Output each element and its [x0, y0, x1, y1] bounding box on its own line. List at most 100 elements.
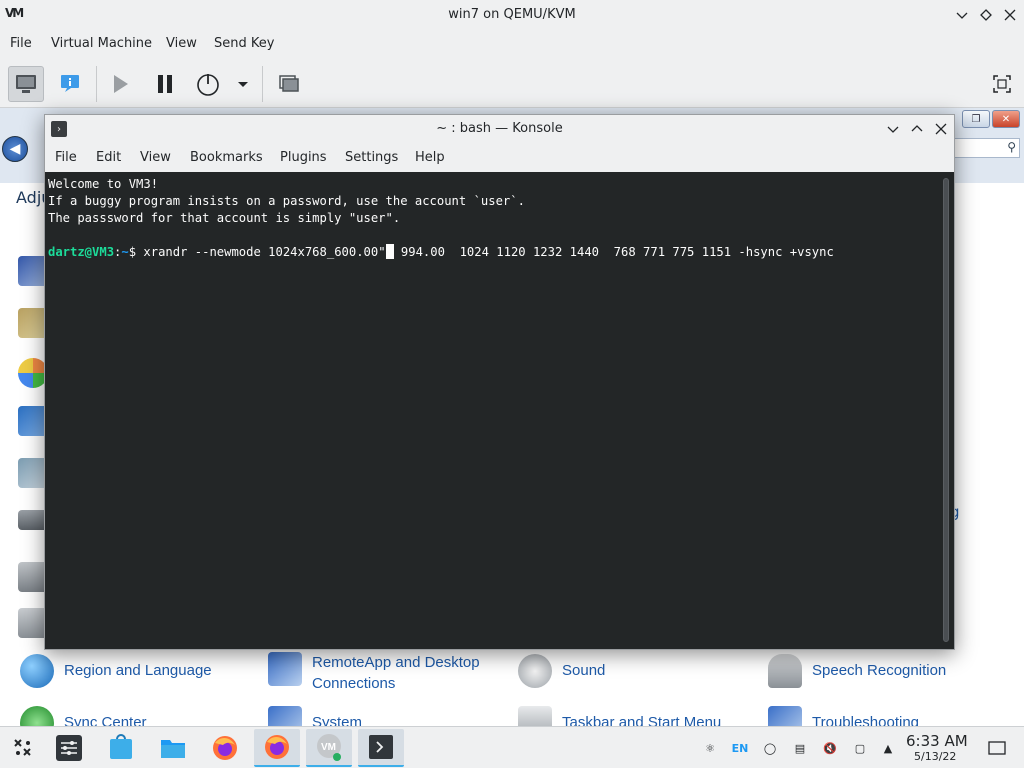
shutdown-menu-button[interactable]	[228, 66, 258, 102]
terminal-command-line[interactable]: dartz@VM3:~$ xrandr --newmode 1024x768_6…	[48, 244, 951, 261]
speaker-icon	[518, 654, 552, 688]
task-dolphin[interactable]	[150, 729, 196, 767]
titlebar: VM win7 on QEMU/KVM	[0, 0, 1024, 30]
sync-center-item[interactable]: Sync Center	[20, 706, 147, 726]
settings-icon	[56, 735, 82, 761]
prompt-path: ~	[121, 245, 129, 259]
terminal-line: Welcome to VM3!	[48, 177, 159, 191]
minimize-icon[interactable]	[883, 119, 903, 139]
display-config-icon[interactable]: ▢	[849, 737, 871, 759]
details-button[interactable]	[52, 66, 88, 102]
task-discover[interactable]	[98, 729, 144, 767]
keyboard-layout-indicator[interactable]: EN	[729, 737, 751, 759]
menu-view[interactable]: View	[166, 36, 197, 51]
konsole-titlebar: › ~ : bash — Konsole	[45, 115, 954, 143]
volume-muted-icon[interactable]: 🔇	[819, 737, 841, 759]
terminal-output[interactable]: Welcome to VM3! If a buggy program insist…	[45, 172, 954, 649]
konsole-window[interactable]: › ~ : bash — Konsole File Edit View Book…	[44, 114, 955, 650]
win7-close-icon[interactable]: ✕	[992, 110, 1020, 128]
system-item[interactable]: System	[268, 706, 362, 726]
clock-date[interactable]: 5/13/22	[914, 750, 956, 763]
item-label-line2: Connections	[312, 675, 396, 692]
launcher-icon	[14, 739, 31, 756]
back-arrow-icon[interactable]: ◀	[2, 136, 28, 162]
maximize-icon[interactable]	[907, 119, 927, 139]
minimize-icon[interactable]	[952, 5, 972, 25]
item-label: Troubleshooting	[812, 714, 920, 726]
terminal-scrollbar[interactable]	[943, 178, 949, 642]
snapshots-button[interactable]	[270, 66, 306, 102]
item-label: System	[312, 714, 363, 726]
win7-restore-icon[interactable]: ❐	[962, 110, 990, 128]
konsole-title: ~ : bash — Konsole	[436, 121, 563, 136]
fullscreen-icon	[993, 75, 1011, 93]
task-konsole[interactable]	[358, 729, 404, 767]
konsole-menu-bookmarks[interactable]: Bookmarks	[190, 150, 263, 165]
task-system-settings[interactable]	[46, 729, 92, 767]
window-title: win7 on QEMU/KVM	[448, 7, 576, 22]
taskbar-settings-icon	[518, 706, 552, 726]
pause-button[interactable]	[147, 66, 183, 102]
region-and-language-item[interactable]: Region and Language	[20, 654, 212, 688]
konsole-menu-help[interactable]: Help	[415, 150, 445, 165]
clipboard-icon[interactable]: ▤	[789, 737, 811, 759]
prompt-dollar: $	[128, 245, 144, 259]
remote-desktop-icon	[268, 652, 302, 686]
toolbar-separator	[96, 66, 97, 102]
shutdown-button[interactable]	[190, 66, 226, 102]
konsole-menu-view[interactable]: View	[140, 150, 171, 165]
pause-icon	[158, 75, 172, 93]
maximize-icon[interactable]	[976, 5, 996, 25]
microphone-icon	[768, 654, 802, 688]
console-view-button[interactable]	[8, 66, 44, 102]
troubleshooting-item[interactable]: Troubleshooting	[768, 706, 919, 726]
terminal-line: The passsword for that account is simply…	[48, 211, 401, 225]
tray-expand-icon[interactable]: ▲	[877, 737, 899, 759]
task-firefox-active[interactable]	[254, 729, 300, 767]
command-text: xrandr --newmode 1024x768_600.00"	[143, 245, 386, 259]
item-label-group: RemoteApp and Desktop Connections	[312, 652, 480, 694]
item-label: Sound	[562, 662, 606, 679]
item-label: Region and Language	[64, 662, 212, 679]
sound-item[interactable]: Sound	[518, 654, 605, 688]
close-icon[interactable]	[931, 119, 951, 139]
close-icon[interactable]	[1000, 5, 1020, 25]
clock-time[interactable]: 6:33 AM	[906, 732, 968, 750]
system-icon	[268, 706, 302, 726]
notification-bell-icon[interactable]: ⚛	[699, 737, 721, 759]
folder-icon	[161, 740, 185, 758]
app-launcher-button[interactable]	[0, 729, 46, 767]
search-icon: ⚲	[1007, 140, 1016, 154]
troubleshoot-icon	[768, 706, 802, 726]
run-button[interactable]	[102, 66, 138, 102]
konsole-menu-edit[interactable]: Edit	[96, 150, 121, 165]
konsole-menu-file[interactable]: File	[55, 150, 77, 165]
network-icon[interactable]: ◯	[759, 737, 781, 759]
sync-icon	[20, 706, 54, 726]
taskbar-start-menu-item[interactable]: Taskbar and Start Menu	[518, 706, 721, 726]
menu-file[interactable]: File	[10, 36, 32, 51]
toolbar	[0, 58, 1024, 108]
globe-icon	[20, 654, 54, 688]
terminal-line: If a buggy program insists on a password…	[48, 194, 525, 208]
item-label: Taskbar and Start Menu	[562, 714, 722, 726]
command-text-rest: 994.00 1024 1120 1232 1440 768 771 775 1…	[393, 245, 834, 259]
remoteapp-item[interactable]: RemoteApp and Desktop Connections	[268, 652, 480, 694]
menu-send-key[interactable]: Send Key	[214, 36, 274, 51]
task-firefox[interactable]	[202, 729, 248, 767]
menubar: File Virtual Machine View Send Key	[0, 30, 1024, 58]
konsole-menu-settings[interactable]: Settings	[345, 150, 398, 165]
win7-window-controls: ❐ ✕	[954, 108, 1024, 130]
snapshot-icon	[279, 75, 299, 92]
info-icon	[61, 75, 79, 92]
konsole-menu-plugins[interactable]: Plugins	[280, 150, 327, 165]
taskbar: VM ⚛ EN ◯ ▤ 🔇 ▢ ▲ 6:33 AM 5/13/22	[0, 726, 1024, 768]
menu-virtual-machine[interactable]: Virtual Machine	[51, 36, 152, 51]
prompt-user: dartz@VM3	[48, 245, 115, 259]
fullscreen-button[interactable]	[984, 66, 1020, 102]
show-desktop-icon[interactable]	[986, 737, 1008, 759]
task-virt-manager[interactable]: VM	[306, 729, 352, 767]
speech-recognition-item[interactable]: Speech Recognition	[768, 654, 946, 688]
toolbar-separator	[262, 66, 263, 102]
